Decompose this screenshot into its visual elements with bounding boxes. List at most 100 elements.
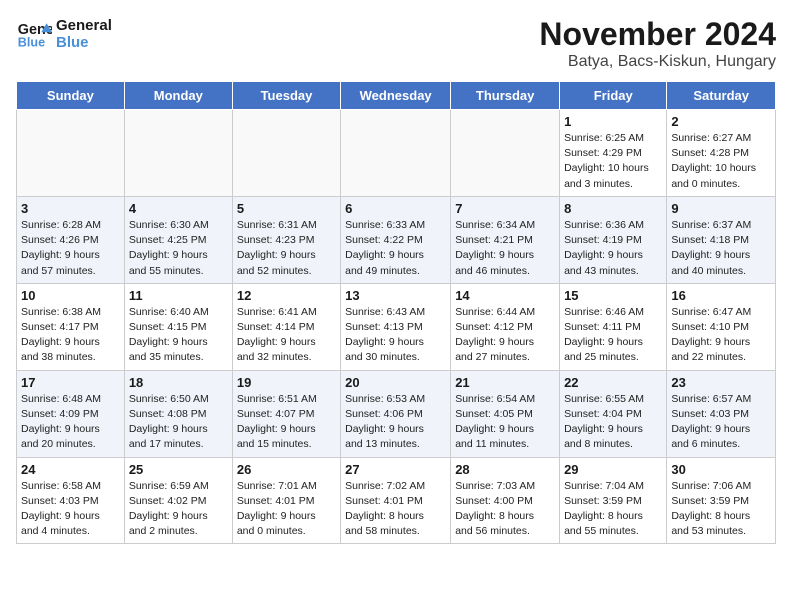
day-number: 13 [345, 288, 446, 303]
calendar-day-cell: 15 Sunrise: 6:46 AM Sunset: 4:11 PM Dayli… [560, 283, 667, 370]
calendar-day-cell [124, 110, 232, 197]
calendar-day-cell: 28 Sunrise: 7:03 AM Sunset: 4:00 PM Dayli… [451, 457, 560, 544]
day-number: 25 [129, 462, 228, 477]
calendar-week-row: 3 Sunrise: 6:28 AM Sunset: 4:26 PM Daylig… [17, 196, 776, 283]
day-info: Sunrise: 6:59 AM Sunset: 4:02 PM Dayligh… [129, 479, 228, 540]
day-number: 8 [564, 201, 662, 216]
page-title: November 2024 [539, 16, 776, 53]
day-number: 10 [21, 288, 120, 303]
calendar-week-row: 1Sunrise: 6:25 AM Sunset: 4:29 PM Daylig… [17, 110, 776, 197]
day-number: 6 [345, 201, 446, 216]
day-info: Sunrise: 7:06 AM Sunset: 3:59 PM Dayligh… [671, 479, 771, 540]
day-number: 12 [237, 288, 336, 303]
day-info: Sunrise: 6:54 AM Sunset: 4:05 PM Dayligh… [455, 392, 555, 453]
calendar-day-cell: 8 Sunrise: 6:36 AM Sunset: 4:19 PM Daylig… [560, 196, 667, 283]
day-number: 9 [671, 201, 771, 216]
day-number: 21 [455, 375, 555, 390]
day-info: Sunrise: 6:30 AM Sunset: 4:25 PM Dayligh… [129, 218, 228, 279]
title-area: November 2024 Batya, Bacs-Kiskun, Hungar… [539, 16, 776, 71]
calendar-day-cell: 18Sunrise: 6:50 AM Sunset: 4:08 PM Dayli… [124, 370, 232, 457]
day-number: 20 [345, 375, 446, 390]
day-of-week-header: Saturday [667, 82, 776, 110]
day-number: 5 [237, 201, 336, 216]
day-of-week-header: Wednesday [341, 82, 451, 110]
calendar-week-row: 17Sunrise: 6:48 AM Sunset: 4:09 PM Dayli… [17, 370, 776, 457]
logo-line1: General [56, 17, 112, 34]
calendar-day-cell: 6Sunrise: 6:33 AM Sunset: 4:22 PM Daylig… [341, 196, 451, 283]
calendar-day-cell: 30 Sunrise: 7:06 AM Sunset: 3:59 PM Dayli… [667, 457, 776, 544]
calendar-day-cell: 19 Sunrise: 6:51 AM Sunset: 4:07 PM Dayli… [232, 370, 340, 457]
calendar-day-cell: 7Sunrise: 6:34 AM Sunset: 4:21 PM Daylig… [451, 196, 560, 283]
day-of-week-header: Monday [124, 82, 232, 110]
calendar-day-cell: 14 Sunrise: 6:44 AM Sunset: 4:12 PM Dayli… [451, 283, 560, 370]
calendar-day-cell: 22 Sunrise: 6:55 AM Sunset: 4:04 PM Dayli… [560, 370, 667, 457]
day-info: Sunrise: 6:48 AM Sunset: 4:09 PM Dayligh… [21, 392, 120, 453]
calendar-day-cell: 29 Sunrise: 7:04 AM Sunset: 3:59 PM Dayli… [560, 457, 667, 544]
day-number: 27 [345, 462, 446, 477]
logo-line2: Blue [56, 34, 112, 51]
day-info: Sunrise: 6:40 AM Sunset: 4:15 PM Dayligh… [129, 305, 228, 366]
day-number: 23 [671, 375, 771, 390]
calendar-day-cell: 10Sunrise: 6:38 AM Sunset: 4:17 PM Dayli… [17, 283, 125, 370]
calendar-day-cell: 9 Sunrise: 6:37 AM Sunset: 4:18 PM Daylig… [667, 196, 776, 283]
day-info: Sunrise: 6:34 AM Sunset: 4:21 PM Dayligh… [455, 218, 555, 279]
day-number: 28 [455, 462, 555, 477]
day-info: Sunrise: 7:03 AM Sunset: 4:00 PM Dayligh… [455, 479, 555, 540]
calendar-day-cell: 2 Sunrise: 6:27 AM Sunset: 4:28 PM Daylig… [667, 110, 776, 197]
calendar-day-cell: 12Sunrise: 6:41 AM Sunset: 4:14 PM Dayli… [232, 283, 340, 370]
day-number: 11 [129, 288, 228, 303]
day-number: 4 [129, 201, 228, 216]
day-number: 3 [21, 201, 120, 216]
day-info: Sunrise: 6:46 AM Sunset: 4:11 PM Dayligh… [564, 305, 662, 366]
day-info: Sunrise: 6:53 AM Sunset: 4:06 PM Dayligh… [345, 392, 446, 453]
calendar-day-cell [451, 110, 560, 197]
day-info: Sunrise: 6:47 AM Sunset: 4:10 PM Dayligh… [671, 305, 771, 366]
day-info: Sunrise: 7:04 AM Sunset: 3:59 PM Dayligh… [564, 479, 662, 540]
svg-text:Blue: Blue [18, 36, 45, 50]
calendar-day-cell: 23 Sunrise: 6:57 AM Sunset: 4:03 PM Dayli… [667, 370, 776, 457]
calendar-day-cell: 5 Sunrise: 6:31 AM Sunset: 4:23 PM Daylig… [232, 196, 340, 283]
logo-icon: General Blue [16, 16, 52, 52]
day-number: 15 [564, 288, 662, 303]
day-info: Sunrise: 6:51 AM Sunset: 4:07 PM Dayligh… [237, 392, 336, 453]
day-info: Sunrise: 6:44 AM Sunset: 4:12 PM Dayligh… [455, 305, 555, 366]
day-info: Sunrise: 6:27 AM Sunset: 4:28 PM Dayligh… [671, 131, 771, 192]
day-info: Sunrise: 6:37 AM Sunset: 4:18 PM Dayligh… [671, 218, 771, 279]
day-info: Sunrise: 6:50 AM Sunset: 4:08 PM Dayligh… [129, 392, 228, 453]
day-of-week-header: Sunday [17, 82, 125, 110]
calendar-day-cell [17, 110, 125, 197]
calendar-day-cell: 27Sunrise: 7:02 AM Sunset: 4:01 PM Dayli… [341, 457, 451, 544]
calendar-day-cell: 17Sunrise: 6:48 AM Sunset: 4:09 PM Dayli… [17, 370, 125, 457]
day-number: 29 [564, 462, 662, 477]
day-number: 26 [237, 462, 336, 477]
day-number: 22 [564, 375, 662, 390]
logo: General Blue General Blue [16, 16, 112, 52]
day-number: 19 [237, 375, 336, 390]
day-number: 2 [671, 114, 771, 129]
calendar-day-cell [232, 110, 340, 197]
day-info: Sunrise: 6:43 AM Sunset: 4:13 PM Dayligh… [345, 305, 446, 366]
day-info: Sunrise: 6:36 AM Sunset: 4:19 PM Dayligh… [564, 218, 662, 279]
calendar-week-row: 10Sunrise: 6:38 AM Sunset: 4:17 PM Dayli… [17, 283, 776, 370]
day-info: Sunrise: 6:57 AM Sunset: 4:03 PM Dayligh… [671, 392, 771, 453]
calendar-day-cell: 13 Sunrise: 6:43 AM Sunset: 4:13 PM Dayli… [341, 283, 451, 370]
day-info: Sunrise: 6:28 AM Sunset: 4:26 PM Dayligh… [21, 218, 120, 279]
calendar-day-cell: 20 Sunrise: 6:53 AM Sunset: 4:06 PM Dayli… [341, 370, 451, 457]
calendar-day-cell: 24 Sunrise: 6:58 AM Sunset: 4:03 PM Dayli… [17, 457, 125, 544]
calendar-table: SundayMondayTuesdayWednesdayThursdayFrid… [16, 81, 776, 544]
day-number: 16 [671, 288, 771, 303]
day-number: 14 [455, 288, 555, 303]
day-of-week-header: Thursday [451, 82, 560, 110]
day-info: Sunrise: 6:58 AM Sunset: 4:03 PM Dayligh… [21, 479, 120, 540]
calendar-day-cell [341, 110, 451, 197]
calendar-day-cell: 1Sunrise: 6:25 AM Sunset: 4:29 PM Daylig… [560, 110, 667, 197]
day-number: 1 [564, 114, 662, 129]
day-number: 30 [671, 462, 771, 477]
calendar-day-cell: 4 Sunrise: 6:30 AM Sunset: 4:25 PM Daylig… [124, 196, 232, 283]
calendar-header-row: SundayMondayTuesdayWednesdayThursdayFrid… [17, 82, 776, 110]
calendar-week-row: 24 Sunrise: 6:58 AM Sunset: 4:03 PM Dayli… [17, 457, 776, 544]
day-info: Sunrise: 6:55 AM Sunset: 4:04 PM Dayligh… [564, 392, 662, 453]
page-header: General Blue General Blue November 2024 … [16, 16, 776, 71]
day-number: 24 [21, 462, 120, 477]
day-info: Sunrise: 6:31 AM Sunset: 4:23 PM Dayligh… [237, 218, 336, 279]
